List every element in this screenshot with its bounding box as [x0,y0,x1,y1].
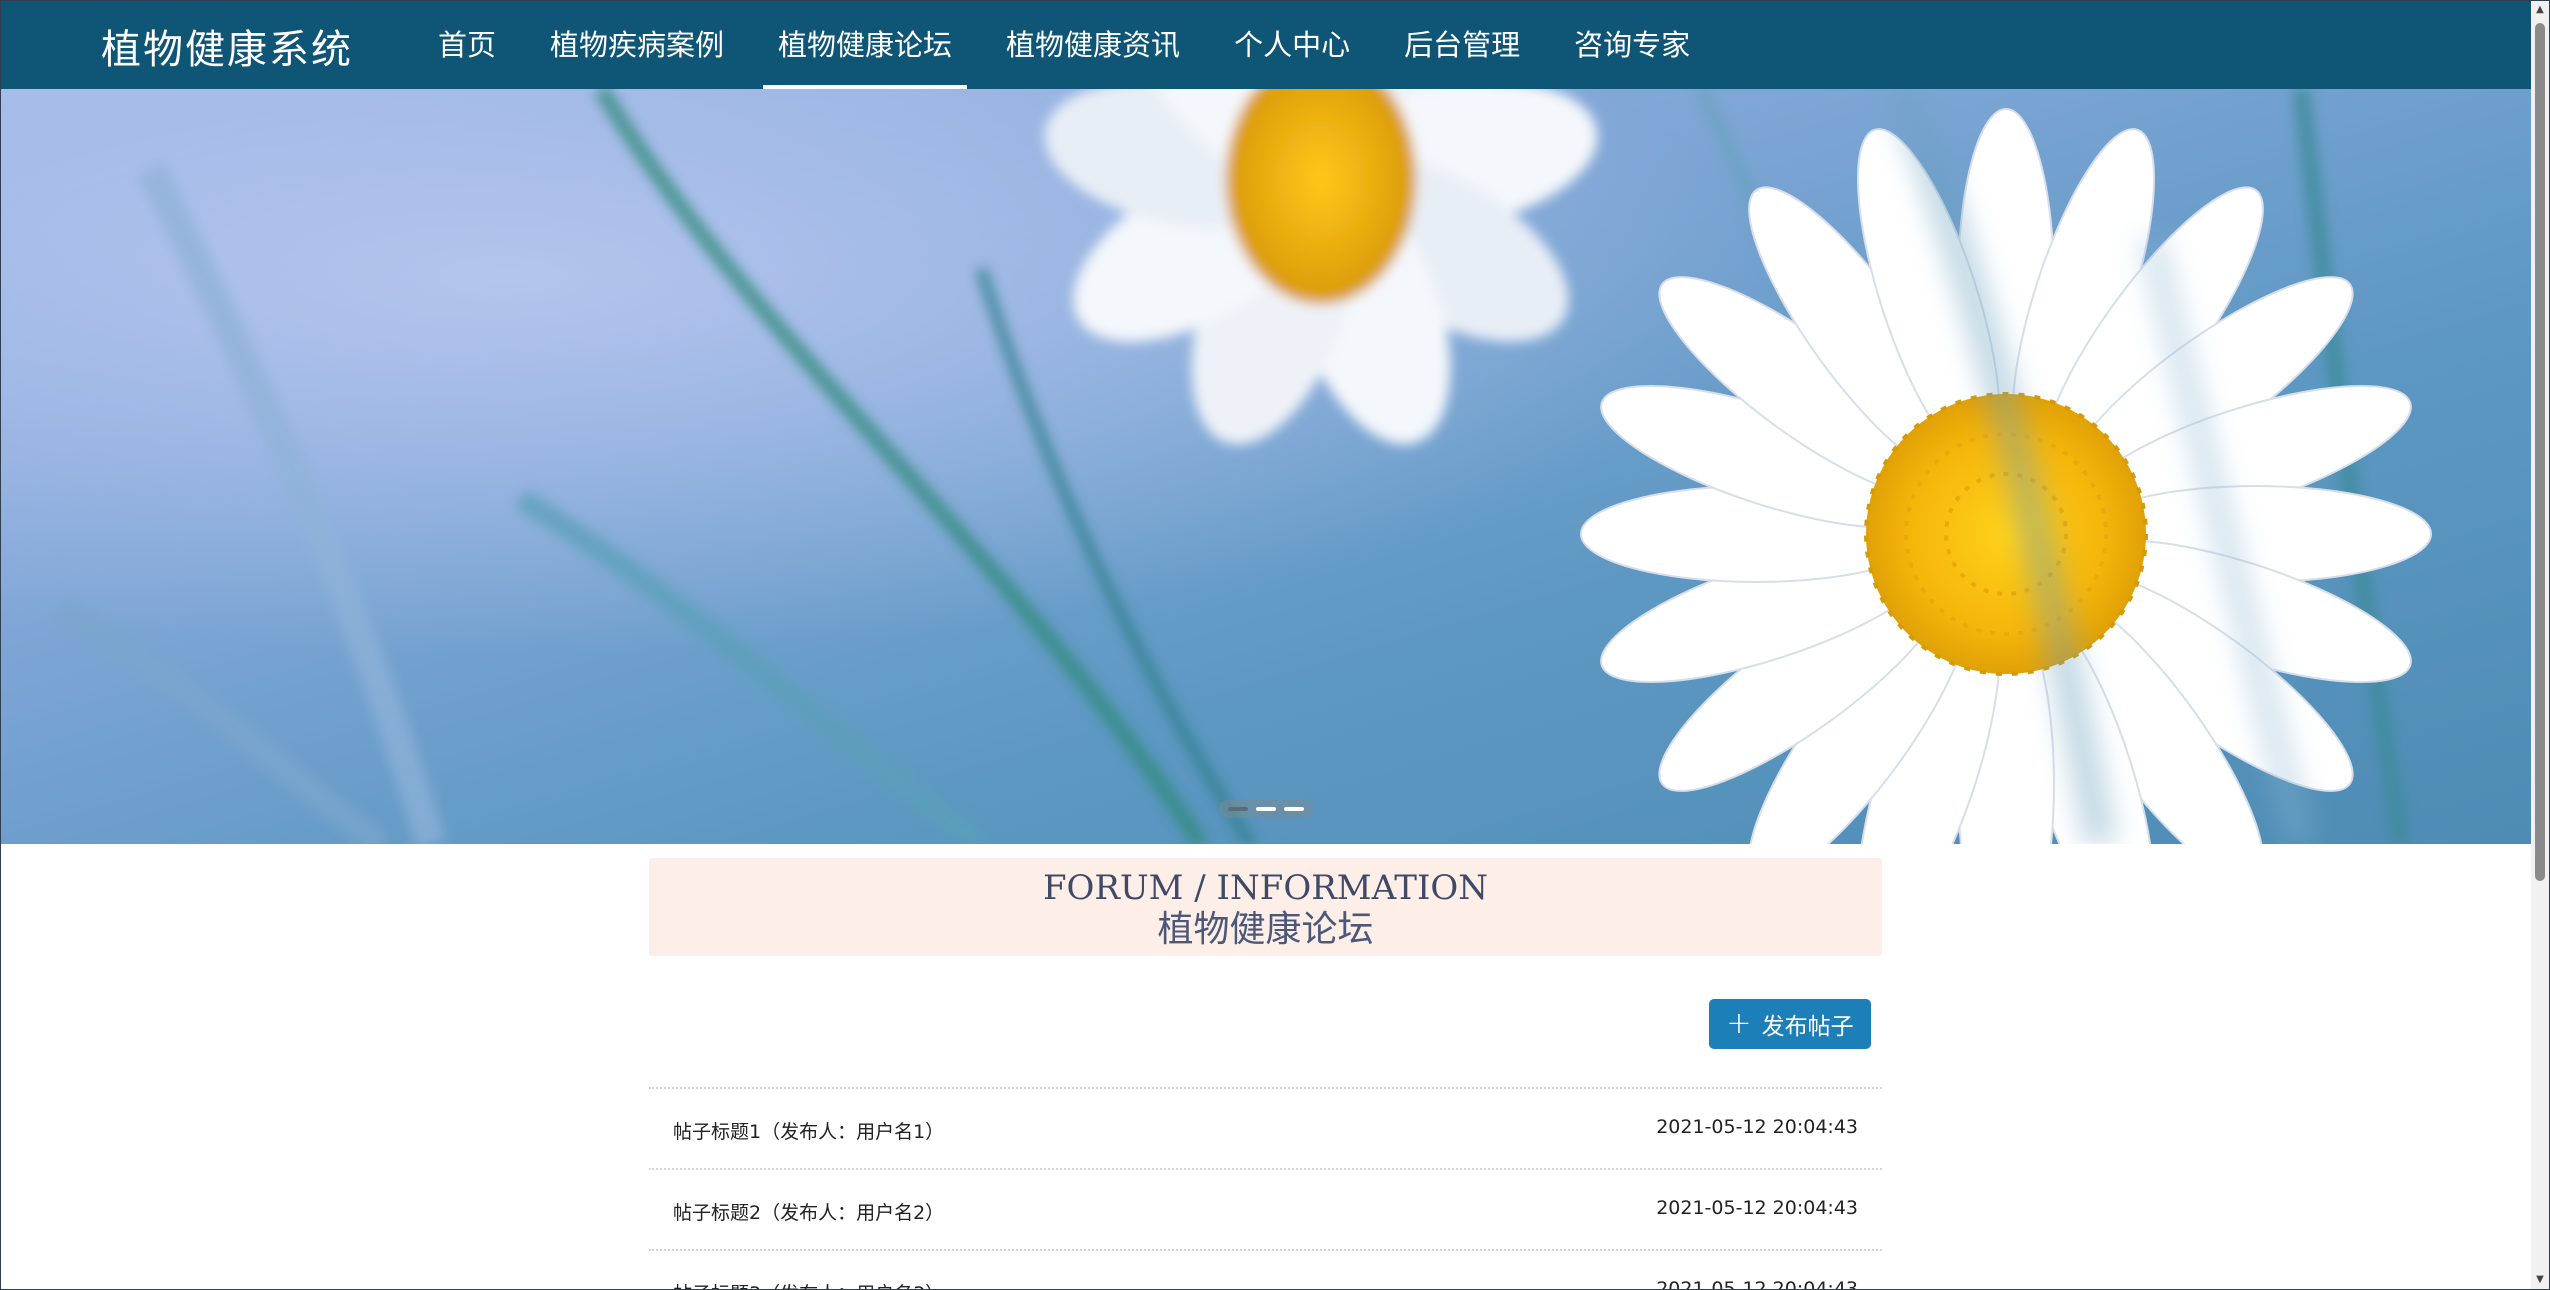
publish-post-button[interactable]: + 发布帖子 [1709,999,1871,1049]
carousel-dot-2[interactable] [1256,807,1276,811]
plus-icon: + [1726,1006,1752,1041]
site-brand[interactable]: 植物健康系统 [101,17,353,75]
post-list: 帖子标题1（发布人：用户名1） 2021-05-12 20:04:43 帖子标题… [649,1087,1882,1290]
section-title-box: FORUM / INFORMATION 植物健康论坛 [649,858,1882,956]
page-scrollbar[interactable]: ▲ ▼ [2531,1,2549,1289]
nav-item-label: 后台管理 [1404,28,1521,62]
nav-item-label: 植物健康论坛 [778,28,953,62]
post-time: 2021-05-12 20:04:43 [1656,1197,1858,1219]
main-nav: 首页 植物疾病案例 植物健康论坛 植物健康资讯 个人中心 后台管理 咨询专家 [411,1,1717,89]
nav-item-label: 咨询专家 [1574,28,1691,62]
publish-post-label: 发布帖子 [1761,1014,1854,1040]
carousel-dot-3[interactable] [1284,807,1304,811]
scrollbar-thumb[interactable] [2535,23,2545,881]
carousel-indicator [1219,800,1313,818]
top-navbar: 植物健康系统 首页 植物疾病案例 植物健康论坛 植物健康资讯 个人中心 后台管理… [1,1,2531,89]
scroll-down-arrow-icon[interactable]: ▼ [2531,1271,2549,1289]
section-title-en: FORUM / INFORMATION [1042,868,1489,908]
nav-item-news[interactable]: 植物健康资讯 [979,1,1207,89]
nav-item-forum[interactable]: 植物健康论坛 [751,1,979,89]
browser-viewport: 植物健康系统 首页 植物疾病案例 植物健康论坛 植物健康资讯 个人中心 后台管理… [0,0,2550,1290]
section-title-cn: 植物健康论坛 [1157,909,1374,950]
nav-item-disease-cases[interactable]: 植物疾病案例 [523,1,751,89]
nav-item-label: 植物健康资讯 [1006,28,1181,62]
nav-item-home[interactable]: 首页 [411,1,523,89]
banner-carousel[interactable] [1,89,2531,844]
post-time: 2021-05-12 20:04:43 [1656,1116,1858,1138]
nav-item-admin[interactable]: 后台管理 [1377,1,1547,89]
nav-item-consult-expert[interactable]: 咨询专家 [1547,1,1717,89]
nav-item-label: 个人中心 [1234,28,1351,62]
nav-item-personal-center[interactable]: 个人中心 [1207,1,1377,89]
post-time: 2021-05-12 20:04:43 [1656,1278,1858,1290]
banner-image [1,89,2531,844]
post-title[interactable]: 帖子标题2（发布人：用户名2） [673,1198,944,1225]
list-item[interactable]: 帖子标题2（发布人：用户名2） 2021-05-12 20:04:43 [649,1168,1882,1249]
nav-item-label: 首页 [438,28,497,62]
list-item[interactable]: 帖子标题1（发布人：用户名1） 2021-05-12 20:04:43 [649,1087,1882,1168]
post-title[interactable]: 帖子标题1（发布人：用户名1） [673,1117,944,1144]
scroll-up-arrow-icon[interactable]: ▲ [2531,1,2549,19]
carousel-dot-1[interactable] [1228,807,1248,811]
post-title[interactable]: 帖子标题3（发布人：用户名3） [673,1279,944,1289]
nav-item-label: 植物疾病案例 [550,28,725,62]
list-item[interactable]: 帖子标题3（发布人：用户名3） 2021-05-12 20:04:43 [649,1249,1882,1290]
